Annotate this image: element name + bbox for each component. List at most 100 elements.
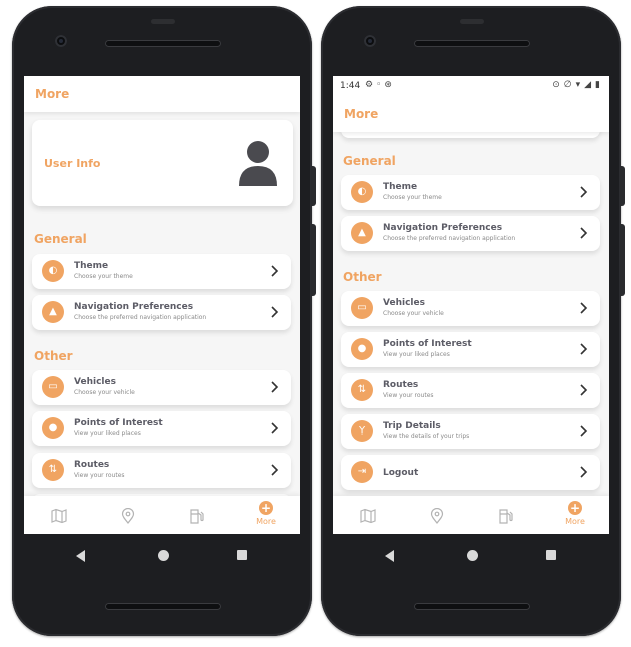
nav-more[interactable]: + More: [550, 496, 600, 534]
status-system-icons: ⊙∅▾◢▮: [552, 80, 604, 90]
home-icon[interactable]: [158, 550, 169, 561]
menu-item-vehicles[interactable]: ▭ Vehicles Choose your vehicle: [32, 370, 291, 405]
menu-item-points-of-interest[interactable]: ● Points of Interest View your liked pla…: [341, 332, 600, 367]
front-camera: [55, 35, 67, 47]
location-pin-icon: [430, 508, 444, 524]
nav-fuel[interactable]: [172, 496, 222, 534]
menu-item-title: Theme: [383, 182, 418, 192]
navigation-arrow-icon: ▲: [351, 222, 373, 244]
routes-icon: ⇅: [351, 379, 373, 401]
menu-item-subtitle: View your routes: [383, 392, 434, 399]
system-navigation-bar: [12, 542, 312, 570]
add-circle-icon: +: [259, 501, 273, 515]
menu-item-subtitle: View your liked places: [383, 351, 450, 358]
recent-apps-icon[interactable]: [546, 550, 556, 560]
screen-right: 1:44 ⚙◦⊛ ⊙∅▾◢▮ More General ◐ Theme Choo…: [333, 76, 609, 534]
nav-more[interactable]: + More: [241, 496, 291, 534]
bottom-speaker: [105, 603, 221, 610]
user-avatar-icon: [239, 141, 277, 186]
logout-icon: ⇥: [351, 461, 373, 483]
section-title-other: Other: [343, 270, 382, 284]
nav-more-label: More: [565, 517, 585, 526]
menu-item-title: Trip Details: [383, 421, 441, 431]
chevron-right-icon: [271, 464, 279, 476]
menu-item-title: Vehicles: [74, 377, 116, 387]
theme-icon: ◐: [42, 260, 64, 282]
nav-map[interactable]: [34, 496, 84, 534]
back-icon[interactable]: [385, 550, 394, 562]
nav-places[interactable]: [103, 496, 153, 534]
page-title: More: [344, 107, 379, 121]
map-icon: [51, 508, 67, 524]
section-title-other: Other: [34, 349, 73, 363]
recent-apps-icon[interactable]: [237, 550, 247, 560]
system-navigation-bar: [321, 542, 621, 570]
menu-item-vehicles[interactable]: ▭ Vehicles Choose your vehicle: [341, 291, 600, 326]
chevron-right-icon: [580, 466, 588, 478]
screen-left: More User Info General ◐ Theme Choose yo…: [24, 76, 300, 534]
chevron-right-icon: [580, 384, 588, 396]
location-pin-icon: [121, 508, 135, 524]
menu-item-subtitle: Choose your vehicle: [74, 389, 135, 396]
page-title: More: [35, 87, 70, 101]
volume-button: [620, 224, 625, 296]
menu-item-title: Routes: [383, 380, 419, 390]
earpiece: [460, 19, 484, 24]
menu-item-navigation-preferences[interactable]: ▲ Navigation Preferences Choose the pref…: [341, 216, 600, 251]
location-pin-icon: ●: [42, 417, 64, 439]
fuel-station-icon: [499, 509, 513, 524]
add-circle-icon: +: [568, 501, 582, 515]
navigation-arrow-icon: ▲: [42, 301, 64, 323]
menu-item-trip-details[interactable]: Ỵ Trip Details View the details of your …: [341, 414, 600, 449]
chevron-right-icon: [580, 343, 588, 355]
bottom-navigation: + More: [24, 496, 300, 534]
earpiece: [151, 19, 175, 24]
home-icon[interactable]: [467, 550, 478, 561]
phone-right: 1:44 ⚙◦⊛ ⊙∅▾◢▮ More General ◐ Theme Choo…: [321, 6, 625, 636]
app-bar: More: [333, 96, 609, 132]
front-camera: [364, 35, 376, 47]
menu-item-logout[interactable]: ⇥ Logout: [341, 455, 600, 490]
menu-item-title: Logout: [383, 468, 419, 478]
chevron-right-icon: [271, 422, 279, 434]
menu-item-routes[interactable]: ⇅ Routes View your routes: [341, 373, 600, 408]
status-notification-icons: ⚙◦⊛: [365, 80, 395, 90]
user-info-card-partial[interactable]: [341, 132, 600, 138]
menu-item-points-of-interest[interactable]: ● Points of Interest View your liked pla…: [32, 411, 291, 446]
nav-fuel[interactable]: [481, 496, 531, 534]
nav-map[interactable]: [343, 496, 393, 534]
fuel-station-icon: [190, 509, 204, 524]
nav-places[interactable]: [412, 496, 462, 534]
settings-list[interactable]: User Info General ◐ Theme Choose your th…: [24, 112, 300, 496]
menu-item-navigation-preferences[interactable]: ▲ Navigation Preferences Choose the pref…: [32, 295, 291, 330]
user-info-card[interactable]: User Info: [32, 120, 293, 206]
location-pin-icon: ●: [351, 338, 373, 360]
menu-item-subtitle: View the details of your trips: [383, 433, 470, 440]
back-icon[interactable]: [76, 550, 85, 562]
chevron-right-icon: [580, 425, 588, 437]
menu-item-subtitle: Choose the preferred navigation applicat…: [74, 314, 207, 321]
menu-item-title: Points of Interest: [74, 418, 163, 428]
user-info-label: User Info: [44, 157, 101, 170]
menu-item-theme[interactable]: ◐ Theme Choose your theme: [341, 175, 600, 210]
trip-icon: Ỵ: [351, 420, 373, 442]
settings-list[interactable]: General ◐ Theme Choose your theme ▲ Navi…: [333, 132, 609, 496]
section-title-general: General: [34, 232, 87, 246]
power-button: [311, 166, 316, 206]
menu-item-title: Vehicles: [383, 298, 425, 308]
status-time: 1:44: [340, 81, 361, 91]
power-button: [620, 166, 625, 206]
menu-item-subtitle: Choose your vehicle: [383, 310, 444, 317]
routes-icon: ⇅: [42, 459, 64, 481]
menu-item-subtitle: View your liked places: [74, 430, 141, 437]
menu-item-theme[interactable]: ◐ Theme Choose your theme: [32, 254, 291, 289]
menu-item-routes[interactable]: ⇅ Routes View your routes: [32, 453, 291, 488]
nav-more-label: More: [256, 517, 276, 526]
car-icon: ▭: [42, 376, 64, 398]
top-speaker: [105, 40, 221, 47]
chevron-right-icon: [271, 381, 279, 393]
bottom-navigation: + More: [333, 496, 609, 534]
volume-button: [311, 224, 316, 296]
car-icon: ▭: [351, 297, 373, 319]
chevron-right-icon: [580, 302, 588, 314]
